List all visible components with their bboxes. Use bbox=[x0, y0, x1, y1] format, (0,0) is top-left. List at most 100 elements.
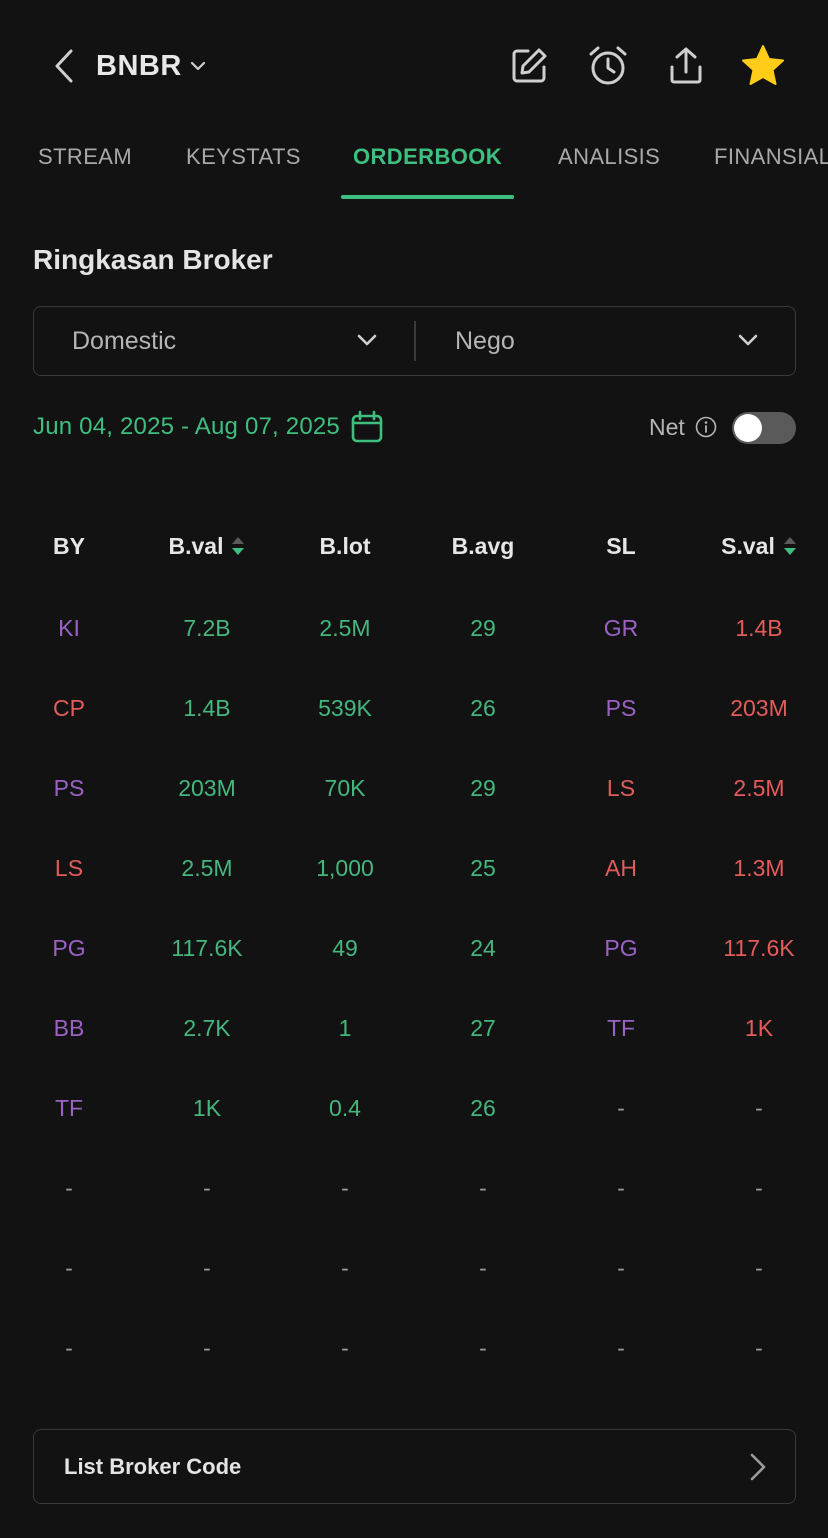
alarm-icon bbox=[589, 46, 627, 85]
cell-sval: - bbox=[755, 1334, 763, 1361]
star-icon bbox=[742, 45, 784, 85]
sort-icon bbox=[231, 536, 245, 556]
cell-by: - bbox=[65, 1334, 73, 1361]
cell-sval: 117.6K bbox=[723, 934, 795, 961]
col-header-bval[interactable]: B.val bbox=[138, 508, 276, 584]
date-range-picker[interactable]: Jun 04, 2025 - Aug 07, 2025 bbox=[33, 405, 384, 449]
header: BNBR bbox=[0, 0, 828, 130]
cell-by: - bbox=[65, 1174, 73, 1201]
cell-bavg: - bbox=[479, 1334, 487, 1361]
col-header-bavg[interactable]: B.avg bbox=[414, 508, 552, 584]
cell-blot: 539K bbox=[318, 694, 372, 721]
cell-blot: 0.4 bbox=[329, 1094, 361, 1121]
tab-stream[interactable]: STREAM bbox=[38, 144, 132, 170]
cell-blot: 2.5M bbox=[319, 614, 371, 641]
cell-blot: 70K bbox=[324, 774, 366, 801]
share-button[interactable] bbox=[662, 42, 710, 90]
list-broker-code-label: List Broker Code bbox=[64, 1453, 242, 1479]
cell-sval: 1K bbox=[744, 1014, 774, 1041]
board-filter-dropdown[interactable]: Nego bbox=[455, 307, 765, 375]
cell-bavg: 24 bbox=[470, 934, 496, 961]
cell-sval: - bbox=[755, 1174, 763, 1201]
cell-blot: 1,000 bbox=[316, 854, 374, 881]
net-control: Net bbox=[649, 405, 717, 449]
cell-sl: - bbox=[617, 1254, 625, 1281]
cell-bavg: 25 bbox=[470, 854, 496, 881]
chevron-down-icon bbox=[190, 61, 206, 71]
cell-sl[interactable]: PG bbox=[552, 908, 690, 988]
list-broker-code-button[interactable]: List Broker Code bbox=[33, 1429, 796, 1504]
cell-bavg: 29 bbox=[470, 774, 496, 801]
alarm-button[interactable] bbox=[584, 42, 632, 90]
cell-bval: - bbox=[203, 1174, 211, 1201]
edit-button[interactable] bbox=[505, 42, 553, 90]
cell-sval: - bbox=[755, 1094, 763, 1121]
cell-bval: 1.4B bbox=[183, 694, 231, 721]
share-icon bbox=[670, 47, 702, 84]
tab-bar: STREAM KEYSTATS ORDERBOOK ANALISIS FINAN… bbox=[0, 130, 828, 200]
ticker-symbol: BNBR bbox=[96, 49, 182, 82]
col-header-blot[interactable]: B.lot bbox=[276, 508, 414, 584]
cell-by[interactable]: TF bbox=[0, 1068, 138, 1148]
col-header-sval[interactable]: S.val bbox=[690, 508, 828, 584]
section-title: Ringkasan Broker bbox=[33, 244, 273, 275]
cell-blot: 1 bbox=[338, 1014, 352, 1041]
cell-bavg: - bbox=[479, 1254, 487, 1281]
market-filter-dropdown[interactable]: Domestic bbox=[72, 307, 382, 375]
cell-sval: 203M bbox=[730, 694, 788, 721]
filter-bar: Domestic Nego bbox=[33, 306, 796, 376]
calendar-icon bbox=[351, 410, 383, 443]
cell-by[interactable]: BB bbox=[0, 988, 138, 1068]
market-filter-value: Domestic bbox=[72, 326, 177, 355]
cell-by[interactable]: KI bbox=[0, 588, 138, 668]
cell-bavg: 26 bbox=[470, 1094, 496, 1121]
col-header-sl[interactable]: SL bbox=[552, 508, 690, 584]
tab-keystats[interactable]: KEYSTATS bbox=[186, 144, 301, 170]
net-toggle[interactable] bbox=[732, 412, 796, 444]
cell-sl[interactable]: AH bbox=[552, 828, 690, 908]
cell-bavg: - bbox=[479, 1174, 487, 1201]
cell-bval: 2.7K bbox=[183, 1014, 231, 1041]
col-header-by[interactable]: BY bbox=[0, 508, 138, 584]
edit-icon bbox=[512, 48, 547, 83]
cell-by[interactable]: LS bbox=[0, 828, 138, 908]
date-range-label: Jun 04, 2025 - Aug 07, 2025 bbox=[33, 413, 340, 440]
back-button[interactable] bbox=[44, 44, 84, 88]
tab-orderbook[interactable]: ORDERBOOK bbox=[353, 144, 502, 170]
cell-bval: 2.5M bbox=[181, 854, 233, 881]
cell-blot: - bbox=[341, 1334, 349, 1361]
favorite-button[interactable] bbox=[739, 42, 787, 90]
cell-bavg: 26 bbox=[470, 694, 496, 721]
cell-sval: 2.5M bbox=[733, 774, 785, 801]
chevron-left-icon bbox=[55, 49, 73, 83]
cell-by[interactable]: PS bbox=[0, 748, 138, 828]
tab-finansial[interactable]: FINANSIAL bbox=[714, 144, 828, 170]
cell-bavg: 27 bbox=[470, 1014, 496, 1041]
app-root: BNBR STREAM KEYSTATS ORDERBOOK ANALISIS … bbox=[0, 0, 828, 1538]
cell-bavg: 29 bbox=[470, 614, 496, 641]
cell-by[interactable]: CP bbox=[0, 668, 138, 748]
cell-sl: - bbox=[617, 1174, 625, 1201]
cell-sl[interactable]: GR bbox=[552, 588, 690, 668]
ticker-selector[interactable]: BNBR bbox=[96, 44, 206, 88]
cell-blot: 49 bbox=[332, 934, 358, 961]
chevron-right-icon bbox=[750, 1453, 766, 1481]
cell-bval: 7.2B bbox=[183, 614, 231, 641]
filter-divider bbox=[414, 321, 416, 361]
net-label: Net bbox=[649, 413, 685, 440]
cell-sl: - bbox=[617, 1334, 625, 1361]
cell-sl[interactable]: LS bbox=[552, 748, 690, 828]
board-filter-value: Nego bbox=[455, 326, 515, 355]
cell-bval: 203M bbox=[178, 774, 236, 801]
cell-bval: - bbox=[203, 1254, 211, 1281]
cell-sl[interactable]: PS bbox=[552, 668, 690, 748]
cell-sval: 1.4B bbox=[735, 614, 783, 641]
cell-sl[interactable]: TF bbox=[552, 988, 690, 1068]
cell-blot: - bbox=[341, 1174, 349, 1201]
chevron-down-icon bbox=[738, 334, 758, 346]
cell-sval: - bbox=[755, 1254, 763, 1281]
tab-analisis[interactable]: ANALISIS bbox=[558, 144, 660, 170]
cell-sval: 1.3M bbox=[733, 854, 785, 881]
cell-by[interactable]: PG bbox=[0, 908, 138, 988]
info-icon[interactable] bbox=[695, 416, 717, 438]
